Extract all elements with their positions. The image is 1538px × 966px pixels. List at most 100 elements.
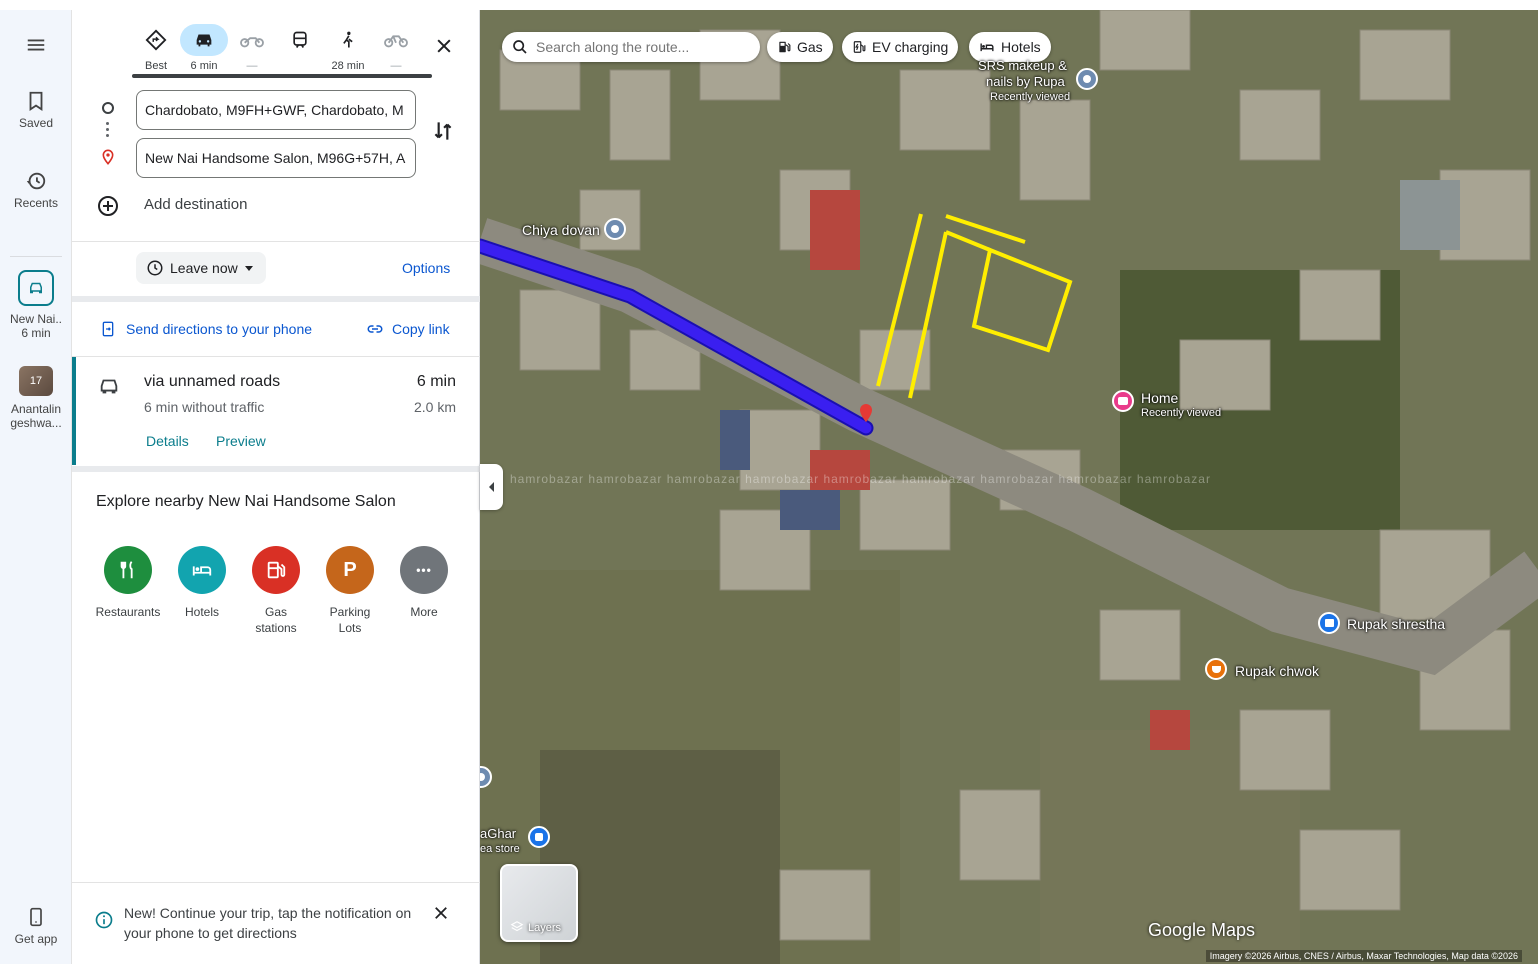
map-label-aghar-sub: ea store: [480, 843, 520, 855]
route-preview-button[interactable]: Preview: [216, 433, 266, 449]
chip-ev-charging[interactable]: EV charging: [842, 32, 959, 62]
destination-pin-icon: [102, 149, 114, 165]
motorcycle-icon: [240, 37, 264, 48]
nearby-restaurants[interactable]: Restaurants: [91, 546, 165, 620]
recent-place-item[interactable]: 17 Anantalin geshwa...: [0, 366, 72, 430]
recent-route-box: [18, 270, 54, 306]
recent-route-time: 6 min: [21, 326, 51, 340]
recent-place-thumbnail: 17: [19, 366, 53, 396]
collapse-panel-button[interactable]: [480, 464, 503, 510]
transit-icon: [293, 31, 307, 48]
divider: [72, 241, 480, 242]
layers-button[interactable]: Layers: [500, 864, 578, 942]
bed-icon: [980, 43, 994, 52]
history-icon: [26, 172, 46, 190]
map-label-rupak-chwok: Rupak chwok: [1235, 663, 1320, 679]
send-directions-label: Send directions to your phone: [126, 321, 313, 337]
phone-icon: [30, 907, 42, 927]
map-attribution: Imagery ©2026 Airbus, CNES / Airbus, Max…: [1205, 950, 1522, 962]
nearby-restaurants-label: Restaurants: [95, 605, 161, 619]
copy-link-label: Copy link: [392, 321, 450, 337]
place-pin-icon[interactable]: [1076, 68, 1098, 90]
map-label-srs-2: nails by Rupa: [986, 74, 1065, 89]
cafe-pin-icon[interactable]: [1205, 658, 1227, 680]
notification-text: New! Continue your trip, tap the notific…: [124, 905, 412, 941]
mode-underline: [132, 74, 432, 78]
chip-hotels-label: Hotels: [1001, 39, 1041, 55]
copy-link-button[interactable]: Copy link: [366, 320, 450, 338]
send-directions-button[interactable]: Send directions to your phone: [100, 320, 312, 338]
google-maps-logo: Google Maps: [1148, 920, 1256, 940]
info-icon: [95, 911, 113, 929]
shopping-pin-icon[interactable]: [1318, 612, 1340, 634]
destination-input[interactable]: [136, 138, 416, 178]
mode-best[interactable]: Best: [132, 24, 180, 72]
divider: [72, 882, 480, 883]
bicycle-icon: [384, 35, 408, 48]
route-option-card[interactable]: via unnamed roads 6 min 6 min without tr…: [72, 357, 480, 465]
mode-driving[interactable]: 6 min: [180, 24, 228, 72]
nearby-gas-label-2: stations: [255, 621, 297, 635]
mode-cycling[interactable]: —: [372, 24, 420, 72]
nearby-hotels-label: Hotels: [184, 605, 219, 619]
nearby-gas-stations[interactable]: Gas stations: [239, 546, 313, 636]
nearby-parking[interactable]: P Parking Lots: [313, 546, 387, 636]
close-directions-button[interactable]: [428, 30, 460, 62]
watermark-text: hamrobazar hamrobazar hamrobazar hamroba…: [510, 472, 1211, 486]
route-details-button[interactable]: Details: [146, 433, 189, 449]
home-pin-icon[interactable]: [1112, 390, 1134, 412]
leave-now-dropdown[interactable]: Leave now: [136, 252, 266, 284]
search-along-route[interactable]: [502, 32, 760, 62]
search-icon: [513, 40, 527, 54]
map-canvas[interactable]: hamrobazar hamrobazar hamrobazar hamroba…: [480, 10, 1538, 964]
nearby-gas-label-1: Gas: [264, 605, 287, 619]
car-icon: [100, 379, 118, 394]
chevron-left-icon: [488, 482, 494, 492]
get-app-label: Get app: [14, 932, 58, 946]
nearby-hotels[interactable]: Hotels: [165, 546, 239, 620]
recent-place-label-2: geshwa...: [10, 416, 62, 430]
leave-now-label: Leave now: [170, 260, 238, 276]
chip-gas[interactable]: Gas: [767, 32, 833, 62]
options-button[interactable]: Options: [402, 260, 450, 276]
mode-motorcycle[interactable]: —: [228, 24, 276, 72]
rail-divider: [10, 256, 62, 257]
get-app-button[interactable]: Get app: [0, 906, 72, 946]
menu-button[interactable]: [0, 34, 72, 60]
store-pin-icon[interactable]: [528, 826, 550, 848]
map-label-home-sub: Recently viewed: [1141, 407, 1222, 419]
swap-icon[interactable]: [430, 118, 456, 144]
place-pin-icon[interactable]: [604, 218, 626, 240]
parking-icon: P: [326, 546, 374, 594]
mode-cycling-label: —: [390, 60, 402, 72]
recent-route-item[interactable]: New Nai.. 6 min: [0, 270, 72, 340]
mode-walking[interactable]: 28 min: [324, 24, 372, 72]
section-divider: [72, 296, 480, 302]
origin-dot-icon: [102, 102, 114, 114]
route-dots-icon: [106, 122, 110, 140]
mode-transit[interactable]: [276, 24, 324, 60]
layers-label: Layers: [528, 922, 562, 934]
recents-label: Recents: [13, 196, 59, 210]
section-divider: [72, 466, 480, 472]
route-distance: 2.0 km: [413, 399, 456, 415]
map-label-srs-sub: Recently viewed: [990, 91, 1071, 103]
close-icon: [437, 39, 451, 53]
add-circle-icon[interactable]: [96, 194, 120, 218]
saved-button[interactable]: Saved: [0, 90, 72, 130]
add-destination-button[interactable]: Add destination: [144, 196, 247, 213]
recents-button[interactable]: Recents: [0, 170, 72, 210]
walk-icon: [343, 31, 353, 48]
nearby-more[interactable]: ••• More: [387, 546, 461, 620]
search-route-input[interactable]: [536, 39, 736, 55]
origin-input[interactable]: [136, 90, 416, 130]
close-icon[interactable]: [432, 904, 450, 922]
route-via-label: via unnamed roads: [144, 373, 281, 390]
ev-charger-icon: [853, 41, 866, 53]
map-label-srs-1: SRS makeup &: [978, 58, 1067, 73]
chip-gas-label: Gas: [797, 39, 823, 55]
bed-icon: [178, 546, 226, 594]
left-rail: Saved Recents New Nai.. 6 min 17 Anantal…: [0, 10, 72, 964]
gas-pump-icon: [252, 546, 300, 594]
caret-down-icon: [244, 266, 253, 271]
